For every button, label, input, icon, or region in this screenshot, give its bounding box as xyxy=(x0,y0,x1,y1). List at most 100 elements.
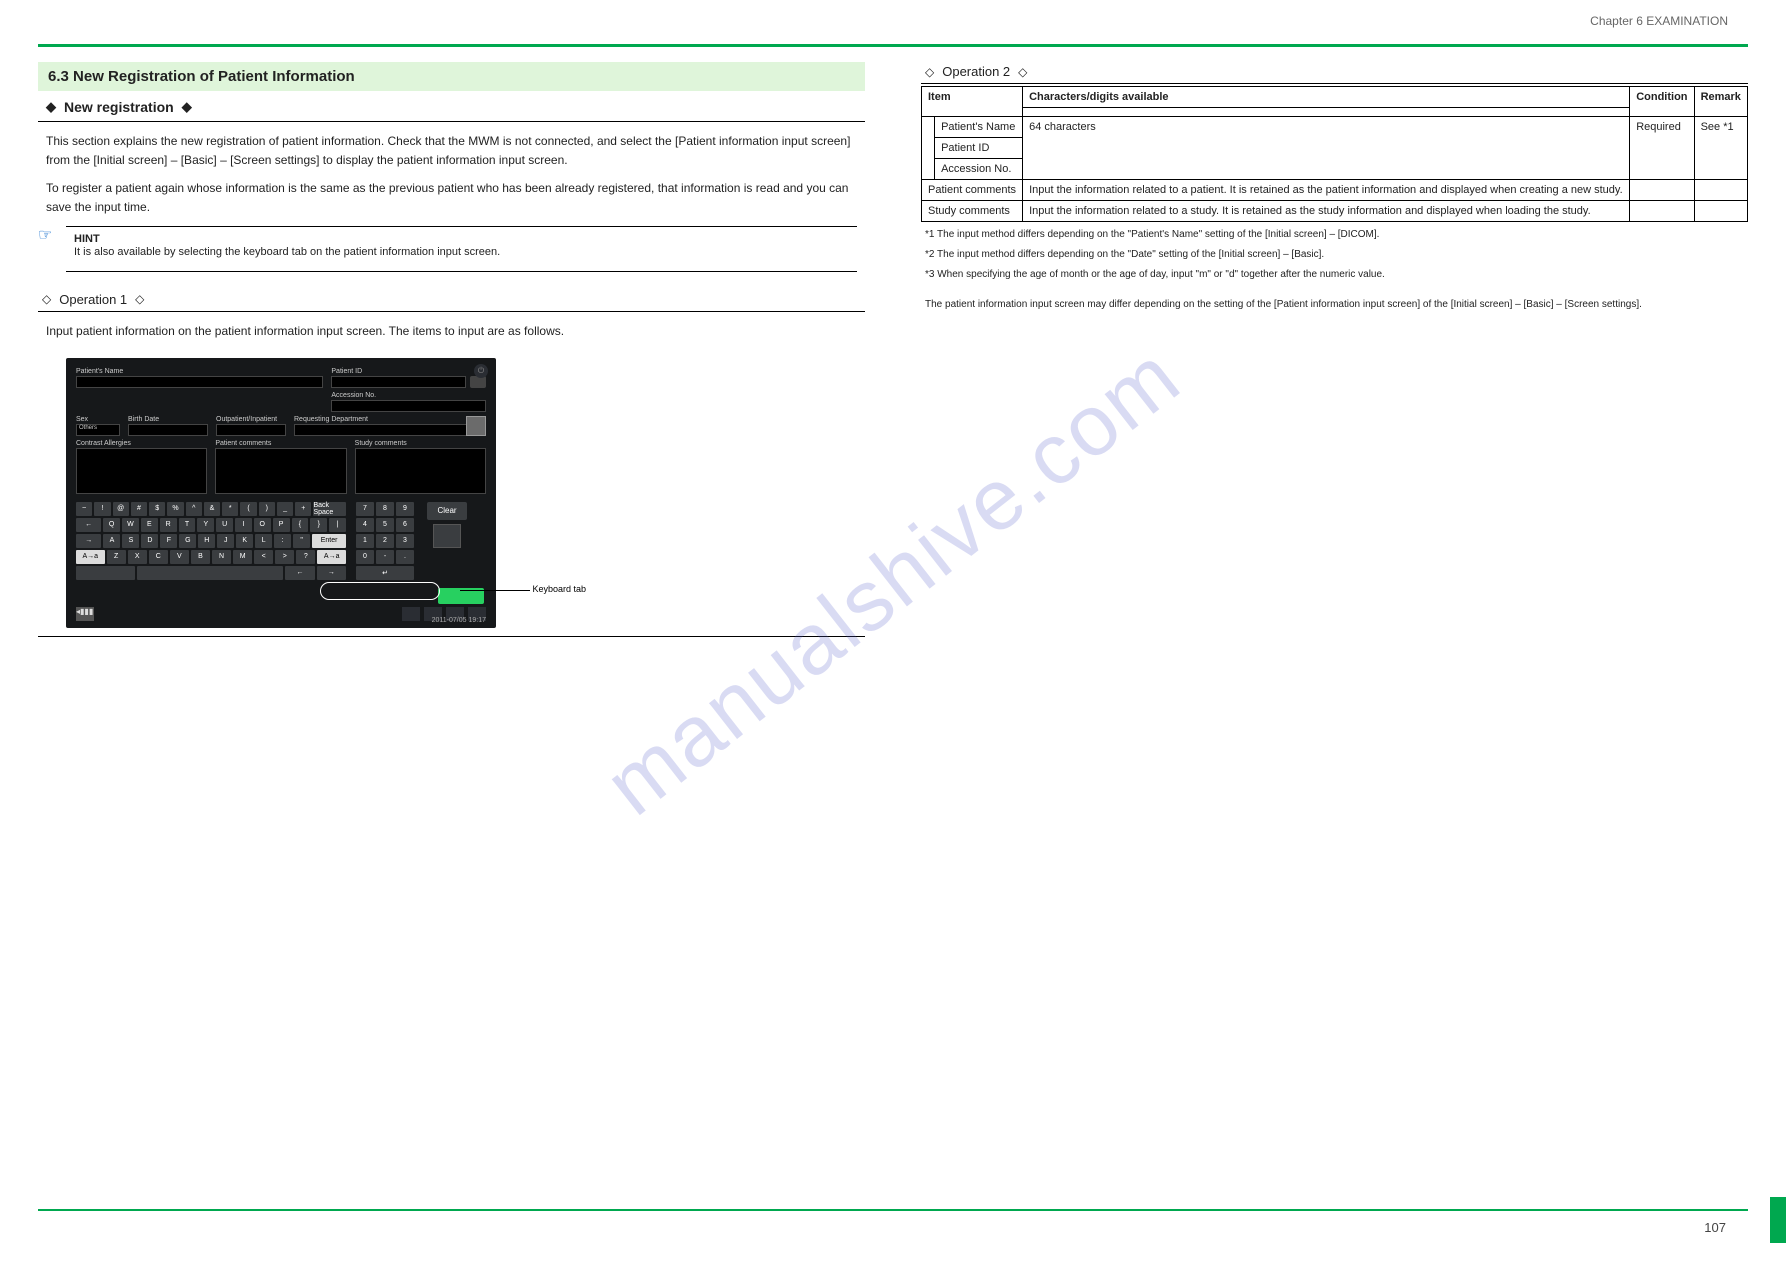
key[interactable]: 9 xyxy=(396,502,414,516)
key[interactable]: U xyxy=(216,518,233,532)
cell: Study comments xyxy=(922,201,1023,222)
key[interactable]: 6 xyxy=(396,518,414,532)
key[interactable]: > xyxy=(275,550,294,564)
backspace-key[interactable]: Back Space xyxy=(313,502,346,516)
key[interactable]: 5 xyxy=(376,518,394,532)
clear-button[interactable]: Clear xyxy=(427,502,467,520)
sex-select[interactable]: Others xyxy=(76,424,120,436)
screenshot-patient-input: ⏻ Patient's Name Patient ID Accession No… xyxy=(66,358,496,628)
key[interactable]: 3 xyxy=(396,534,414,548)
key[interactable]: $ xyxy=(149,502,165,516)
key[interactable]: < xyxy=(254,550,273,564)
key[interactable]: - xyxy=(376,550,394,564)
key[interactable]: % xyxy=(167,502,183,516)
step1-head: ◇ Operation 1 ◇ xyxy=(38,290,865,312)
hollow-diamond-icon: ◇ xyxy=(42,292,51,306)
enter-key[interactable]: Enter xyxy=(312,534,346,548)
hint-text: It is also available by selecting the ke… xyxy=(74,245,849,260)
key[interactable]: S xyxy=(122,534,139,548)
key[interactable]: T xyxy=(179,518,196,532)
key[interactable]: ← xyxy=(76,518,101,532)
key[interactable]: E xyxy=(141,518,158,532)
key[interactable]: X xyxy=(128,550,147,564)
key[interactable]: . xyxy=(396,550,414,564)
footnote: *2 The input method differs depending on… xyxy=(921,242,1748,262)
label-patient-id: Patient ID xyxy=(331,368,486,375)
body-part-icon[interactable] xyxy=(466,416,486,436)
key[interactable] xyxy=(76,566,135,580)
key[interactable]: Z xyxy=(107,550,126,564)
key[interactable]: P xyxy=(273,518,290,532)
step2-head: ◇ Operation 2 ◇ xyxy=(921,62,1748,84)
key[interactable]: F xyxy=(160,534,177,548)
label-outin: Outpatient/Inpatient xyxy=(216,416,286,423)
case-key[interactable]: A→a xyxy=(317,550,346,564)
key[interactable]: " xyxy=(293,534,310,548)
key[interactable]: # xyxy=(131,502,147,516)
key[interactable]: ← xyxy=(285,566,314,580)
key[interactable]: { xyxy=(292,518,309,532)
tab-icon[interactable] xyxy=(402,607,420,621)
key[interactable]: A xyxy=(103,534,120,548)
tab-icon[interactable]: ◂▮▮▮ xyxy=(76,607,94,621)
key[interactable]: N xyxy=(212,550,231,564)
key[interactable]: Q xyxy=(103,518,120,532)
key[interactable]: 1 xyxy=(356,534,374,548)
key[interactable]: G xyxy=(179,534,196,548)
key[interactable]: * xyxy=(222,502,238,516)
enter-key[interactable]: ↵ xyxy=(356,566,414,580)
key[interactable]: ^ xyxy=(186,502,202,516)
key[interactable]: C xyxy=(149,550,168,564)
key[interactable]: + xyxy=(295,502,311,516)
key[interactable]: L xyxy=(255,534,272,548)
key[interactable]: 0 xyxy=(356,550,374,564)
key[interactable]: 7 xyxy=(356,502,374,516)
key[interactable]: R xyxy=(160,518,177,532)
patient-comments-textarea[interactable] xyxy=(215,448,346,494)
key[interactable]: I xyxy=(235,518,252,532)
key[interactable]: D xyxy=(141,534,158,548)
key[interactable]: ? xyxy=(296,550,315,564)
space-key[interactable] xyxy=(137,566,284,580)
key[interactable]: ! xyxy=(94,502,110,516)
key[interactable]: → xyxy=(76,534,101,548)
key[interactable]: K xyxy=(236,534,253,548)
outin-select[interactable] xyxy=(216,424,286,436)
patient-name-input[interactable] xyxy=(76,376,323,388)
key[interactable]: 8 xyxy=(376,502,394,516)
key[interactable]: M xyxy=(233,550,252,564)
key[interactable]: H xyxy=(198,534,215,548)
label-accession: Accession No. xyxy=(331,392,486,399)
step1-text: Input patient information on the patient… xyxy=(38,312,865,340)
case-key[interactable]: A→a xyxy=(76,550,105,564)
key[interactable]: 2 xyxy=(376,534,394,548)
key[interactable]: } xyxy=(310,518,327,532)
cell xyxy=(1630,201,1694,222)
key[interactable]: O xyxy=(254,518,271,532)
key[interactable]: @ xyxy=(113,502,129,516)
accession-input[interactable] xyxy=(331,400,486,412)
key[interactable]: _ xyxy=(277,502,293,516)
key[interactable]: J xyxy=(217,534,234,548)
key[interactable]: B xyxy=(191,550,210,564)
birth-input[interactable] xyxy=(128,424,208,436)
key[interactable]: | xyxy=(329,518,346,532)
contrast-textarea[interactable] xyxy=(76,448,207,494)
key[interactable]: 4 xyxy=(356,518,374,532)
patient-id-input[interactable] xyxy=(331,376,466,388)
key[interactable]: → xyxy=(317,566,346,580)
key[interactable]: ~ xyxy=(76,502,92,516)
close-icon[interactable]: ⏻ xyxy=(474,364,488,378)
on-screen-keyboard: ~!@#$%^&*()_+Back Space ←QWERTYUIOP{}| →… xyxy=(76,502,486,580)
worklist-icon[interactable] xyxy=(433,524,461,548)
key[interactable]: & xyxy=(204,502,220,516)
study-comments-textarea[interactable] xyxy=(355,448,486,494)
key[interactable]: Y xyxy=(197,518,214,532)
key[interactable]: V xyxy=(170,550,189,564)
key[interactable]: W xyxy=(122,518,139,532)
key[interactable]: ( xyxy=(240,502,256,516)
key[interactable]: ) xyxy=(259,502,275,516)
req-dept-input[interactable] xyxy=(294,424,486,436)
key[interactable]: : xyxy=(274,534,291,548)
cell: Input the information related to a study… xyxy=(1023,201,1630,222)
